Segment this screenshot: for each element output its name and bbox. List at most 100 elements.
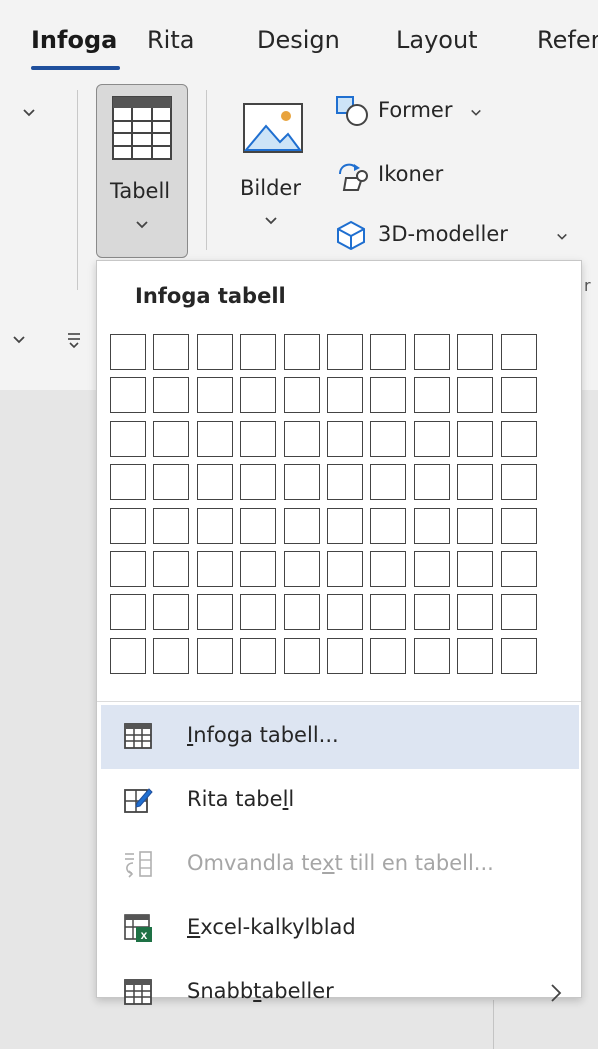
table-grid-cell[interactable]: [327, 334, 363, 370]
table-grid-cell[interactable]: [457, 421, 493, 457]
table-grid-cell[interactable]: [414, 377, 450, 413]
table-grid-cell[interactable]: [240, 638, 276, 674]
table-grid-cell[interactable]: [370, 551, 406, 587]
table-grid-cell[interactable]: [284, 638, 320, 674]
tab-layout[interactable]: Layout: [396, 26, 478, 54]
table-grid-cell[interactable]: [414, 638, 450, 674]
table-grid-cell[interactable]: [240, 508, 276, 544]
table-grid-cell[interactable]: [414, 464, 450, 500]
table-grid-cell[interactable]: [501, 464, 537, 500]
table-grid-cell[interactable]: [327, 638, 363, 674]
table-grid-cell[interactable]: [197, 594, 233, 630]
table-grid-cell[interactable]: [197, 421, 233, 457]
table-grid-cell[interactable]: [327, 508, 363, 544]
table-grid-cell[interactable]: [284, 377, 320, 413]
table-grid-cell[interactable]: [153, 638, 189, 674]
table-grid-cell[interactable]: [284, 334, 320, 370]
table-grid-cell[interactable]: [327, 421, 363, 457]
table-grid-cell[interactable]: [284, 551, 320, 587]
table-grid-cell[interactable]: [414, 334, 450, 370]
table-grid-cell[interactable]: [110, 638, 146, 674]
table-grid-cell[interactable]: [197, 551, 233, 587]
table-button[interactable]: Tabell: [96, 84, 188, 258]
table-grid-cell[interactable]: [501, 334, 537, 370]
table-grid-cell[interactable]: [501, 377, 537, 413]
3d-models-button[interactable]: 3D-modeller: [332, 216, 598, 256]
table-grid-cell[interactable]: [110, 508, 146, 544]
table-grid-cell[interactable]: [501, 421, 537, 457]
table-grid-cell[interactable]: [370, 508, 406, 544]
tab-infoga[interactable]: Infoga: [31, 26, 117, 54]
table-grid-cell[interactable]: [110, 464, 146, 500]
table-grid-cell[interactable]: [327, 464, 363, 500]
table-grid-cell[interactable]: [327, 377, 363, 413]
table-grid-cell[interactable]: [153, 421, 189, 457]
table-grid-cell[interactable]: [501, 638, 537, 674]
menu-item-quick-tables[interactable]: Snabbtabeller: [101, 961, 579, 1025]
tab-references[interactable]: Refer: [537, 26, 598, 54]
table-grid-cell[interactable]: [370, 638, 406, 674]
table-grid-cell[interactable]: [153, 508, 189, 544]
icons-icon: [339, 163, 368, 191]
table-grid-cell[interactable]: [414, 421, 450, 457]
table-grid-cell[interactable]: [197, 638, 233, 674]
chevron-down-icon[interactable]: [12, 335, 26, 345]
table-grid-cell[interactable]: [240, 334, 276, 370]
table-grid-cell[interactable]: [110, 594, 146, 630]
table-grid-cell[interactable]: [197, 464, 233, 500]
table-grid-cell[interactable]: [284, 508, 320, 544]
table-grid-cell[interactable]: [153, 551, 189, 587]
tab-rita[interactable]: Rita: [147, 26, 194, 54]
table-grid-cell[interactable]: [370, 464, 406, 500]
table-grid-cell[interactable]: [197, 508, 233, 544]
table-grid-cell[interactable]: [153, 594, 189, 630]
paragraph-spacing-icon[interactable]: [66, 331, 82, 349]
table-grid-cell[interactable]: [284, 464, 320, 500]
table-grid-cell[interactable]: [457, 464, 493, 500]
table-grid-cell[interactable]: [501, 594, 537, 630]
table-grid-cell[interactable]: [240, 421, 276, 457]
table-grid-cell[interactable]: [370, 594, 406, 630]
table-grid-cell[interactable]: [457, 334, 493, 370]
chevron-down-icon[interactable]: [22, 108, 36, 118]
table-grid-cell[interactable]: [197, 334, 233, 370]
table-grid-cell[interactable]: [501, 551, 537, 587]
table-grid-cell[interactable]: [457, 638, 493, 674]
table-grid-cell[interactable]: [327, 551, 363, 587]
table-grid-cell[interactable]: [153, 377, 189, 413]
icons-button[interactable]: Ikoner: [332, 156, 532, 196]
table-grid-cell[interactable]: [327, 594, 363, 630]
menu-item-excel-spreadsheet[interactable]: x Excel-kalkylblad: [101, 897, 579, 961]
table-grid-cell[interactable]: [284, 594, 320, 630]
table-grid-cell[interactable]: [414, 551, 450, 587]
table-grid-cell[interactable]: [501, 508, 537, 544]
table-grid-cell[interactable]: [240, 464, 276, 500]
table-grid-cell[interactable]: [240, 377, 276, 413]
table-grid-cell[interactable]: [153, 334, 189, 370]
menu-item-draw-table[interactable]: Rita tabell: [101, 769, 579, 833]
table-grid-cell[interactable]: [240, 551, 276, 587]
tab-design[interactable]: Design: [257, 26, 340, 54]
table-grid-cell[interactable]: [370, 421, 406, 457]
table-grid-cell[interactable]: [457, 377, 493, 413]
table-grid-cell[interactable]: [370, 334, 406, 370]
table-grid-cell[interactable]: [110, 334, 146, 370]
table-grid-cell[interactable]: [110, 421, 146, 457]
table-grid-cell[interactable]: [370, 377, 406, 413]
chevron-down-icon[interactable]: [556, 232, 568, 242]
table-button-label: Tabell: [110, 179, 171, 203]
table-grid-cell[interactable]: [197, 377, 233, 413]
table-grid-cell[interactable]: [414, 508, 450, 544]
table-grid-cell[interactable]: [414, 594, 450, 630]
table-grid-cell[interactable]: [153, 464, 189, 500]
pictures-button[interactable]: Bilder: [232, 94, 312, 244]
table-grid-cell[interactable]: [240, 594, 276, 630]
table-grid-cell[interactable]: [457, 551, 493, 587]
table-grid-cell[interactable]: [457, 594, 493, 630]
menu-item-insert-table[interactable]: Infoga tabell...: [101, 705, 579, 769]
table-grid-cell[interactable]: [457, 508, 493, 544]
shapes-button[interactable]: Former: [332, 92, 532, 132]
table-grid-cell[interactable]: [110, 551, 146, 587]
table-grid-cell[interactable]: [284, 421, 320, 457]
table-grid-cell[interactable]: [110, 377, 146, 413]
